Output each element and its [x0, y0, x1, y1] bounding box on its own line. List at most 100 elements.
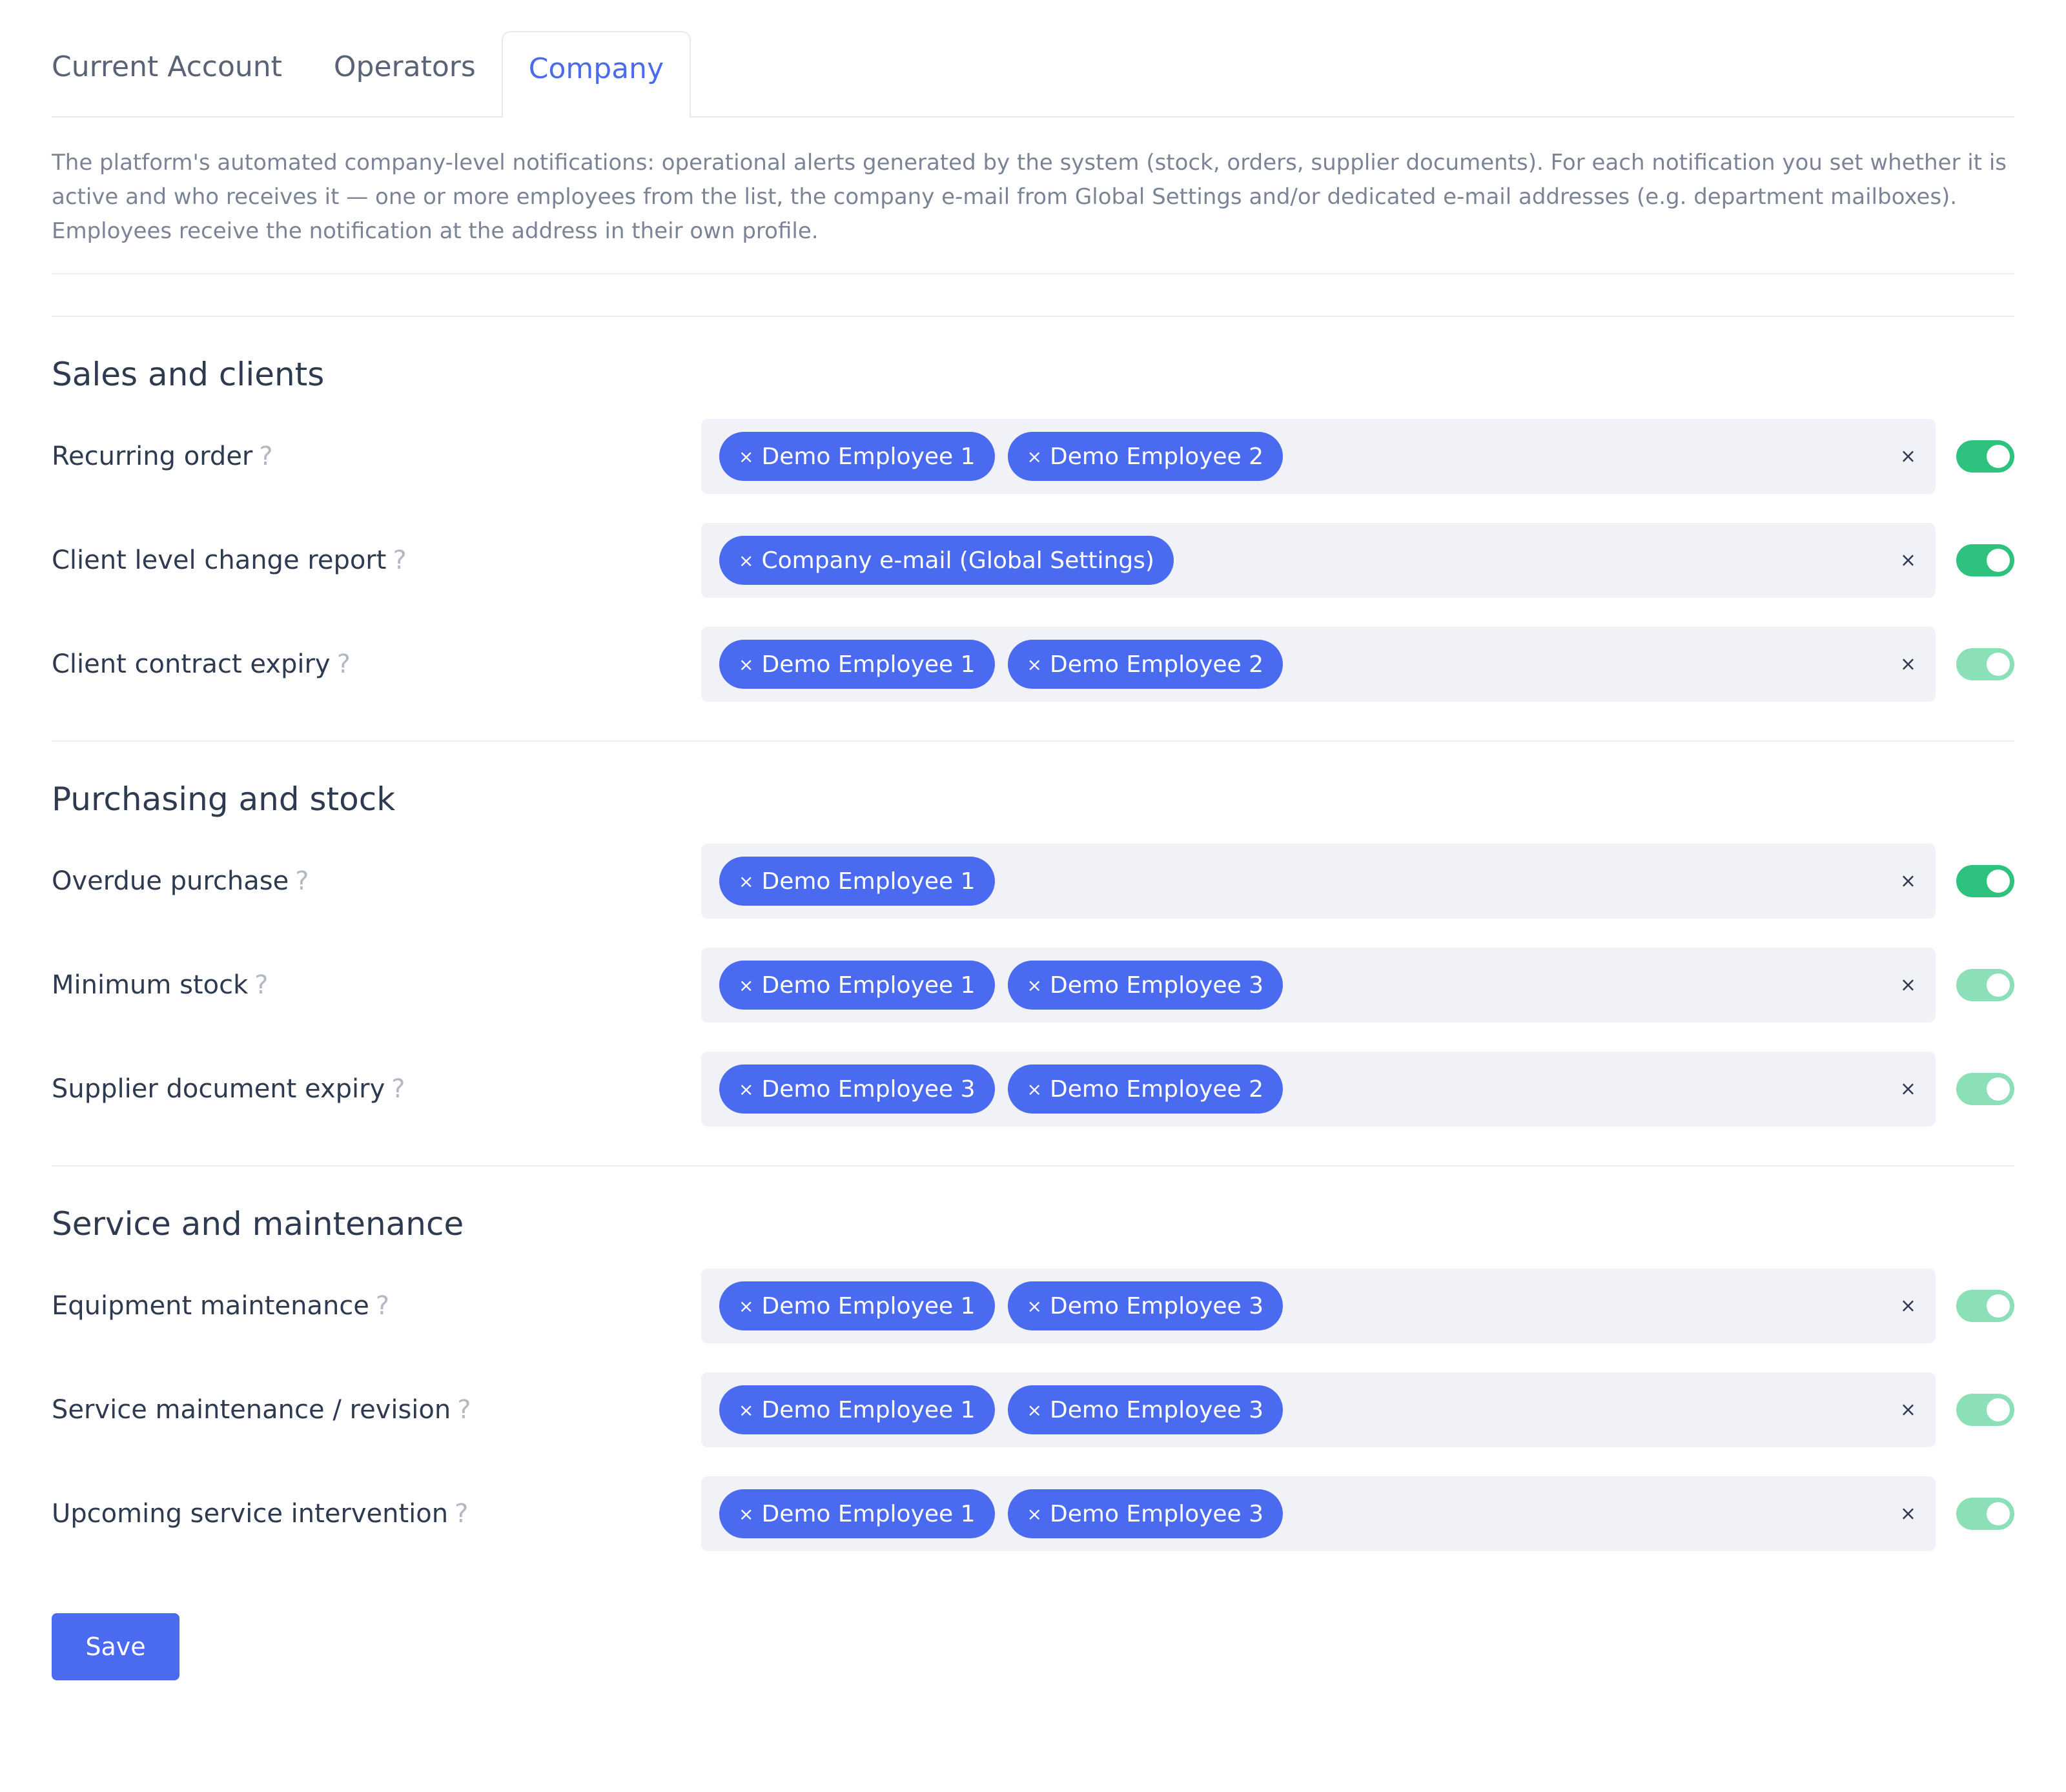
section-title: Service and maintenance: [52, 1205, 464, 1243]
remove-chip-icon[interactable]: ×: [739, 446, 753, 467]
help-icon[interactable]: ?: [295, 866, 309, 896]
help-icon[interactable]: ?: [391, 1074, 405, 1104]
recipients-select[interactable]: × Demo Employee 1 ×: [701, 844, 1936, 919]
remove-chip-icon[interactable]: ×: [739, 975, 753, 996]
recipients-select[interactable]: × Demo Employee 1 × Demo Employee 2 ×: [701, 419, 1936, 494]
enabled-toggle[interactable]: [1956, 1394, 2014, 1426]
recipient-chip-label: Demo Employee 2: [1050, 651, 1264, 678]
recipient-chip: × Demo Employee 1: [719, 857, 995, 906]
help-icon[interactable]: ?: [457, 1395, 471, 1425]
clear-all-icon[interactable]: ×: [1900, 549, 1916, 572]
clear-all-icon[interactable]: ×: [1900, 653, 1916, 676]
remove-chip-icon[interactable]: ×: [739, 871, 753, 892]
notification-row-client-level-change-report: Client level change report? × Company e-ma…: [52, 523, 2014, 598]
tab-bar: Current Account Operators Company: [52, 0, 2014, 117]
toggle-knob: [1987, 1294, 2010, 1318]
recipients-select[interactable]: × Demo Employee 3 × Demo Employee 2 ×: [701, 1052, 1936, 1126]
help-icon[interactable]: ?: [337, 649, 351, 679]
clear-all-icon[interactable]: ×: [1900, 1078, 1916, 1101]
remove-chip-icon[interactable]: ×: [1027, 1296, 1042, 1317]
remove-chip-icon[interactable]: ×: [1027, 1400, 1042, 1421]
remove-chip-icon[interactable]: ×: [739, 1296, 753, 1317]
notification-label-text: Supplier document expiry: [52, 1074, 385, 1104]
notification-row-service-maintenance-revision: Service maintenance / revision? × Demo Emp…: [52, 1372, 2014, 1447]
recipient-chip: × Demo Employee 1: [719, 1385, 995, 1434]
remove-chip-icon[interactable]: ×: [739, 1079, 753, 1100]
recipients-select[interactable]: × Demo Employee 1 × Demo Employee 3 ×: [701, 1372, 1936, 1447]
enabled-toggle[interactable]: [1956, 969, 2014, 1001]
toggle-wrapper: [1936, 865, 2014, 897]
clear-all-icon[interactable]: ×: [1900, 870, 1916, 893]
notification-sections: Sales and clients Recurring order? × Demo E…: [52, 316, 2014, 1551]
recipients-select[interactable]: × Demo Employee 1 × Demo Employee 2 ×: [701, 627, 1936, 702]
remove-chip-icon[interactable]: ×: [1027, 1079, 1042, 1100]
toggle-wrapper: [1936, 440, 2014, 473]
notification-label: Minimum stock?: [52, 970, 701, 1000]
enabled-toggle[interactable]: [1956, 544, 2014, 576]
enabled-toggle[interactable]: [1956, 1498, 2014, 1530]
clear-all-icon[interactable]: ×: [1900, 445, 1916, 468]
toggle-knob: [1987, 973, 2010, 997]
notification-row-overdue-purchase: Overdue purchase? × Demo Employee 1 ×: [52, 844, 2014, 919]
toggle-knob: [1987, 870, 2010, 893]
clear-all-icon[interactable]: ×: [1900, 1295, 1916, 1318]
recipient-chip-label: Demo Employee 1: [761, 972, 976, 999]
tab-operators[interactable]: Operators: [308, 31, 502, 102]
save-button[interactable]: Save: [52, 1613, 179, 1680]
tab-company[interactable]: Company: [501, 31, 691, 117]
recipients-select[interactable]: × Company e-mail (Global Settings) ×: [701, 523, 1936, 598]
notification-label-text: Client level change report: [52, 545, 387, 575]
recipient-chip: × Company e-mail (Global Settings): [719, 536, 1174, 585]
recipient-chip: × Demo Employee 2: [1007, 1064, 1284, 1114]
remove-chip-icon[interactable]: ×: [739, 550, 753, 571]
recipients-select[interactable]: × Demo Employee 1 × Demo Employee 3 ×: [701, 948, 1936, 1023]
notification-label-text: Minimum stock: [52, 970, 249, 1000]
enabled-toggle[interactable]: [1956, 865, 2014, 897]
help-icon[interactable]: ?: [455, 1499, 468, 1529]
notification-label-text: Recurring order: [52, 442, 253, 471]
recipient-chip: × Demo Employee 3: [719, 1064, 995, 1114]
notification-label: Overdue purchase?: [52, 866, 701, 896]
recipient-chip: × Demo Employee 2: [1007, 640, 1284, 689]
notification-label: Equipment maintenance?: [52, 1291, 701, 1321]
notification-label-text: Upcoming service intervention: [52, 1499, 449, 1529]
toggle-wrapper: [1936, 1290, 2014, 1322]
remove-chip-icon[interactable]: ×: [1027, 446, 1042, 467]
help-icon[interactable]: ?: [376, 1291, 389, 1321]
remove-chip-icon[interactable]: ×: [739, 1400, 753, 1421]
notification-row-client-contract-expiry: Client contract expiry? × Demo Employee 1 ×…: [52, 627, 2014, 702]
clear-all-icon[interactable]: ×: [1900, 1503, 1916, 1525]
section-title: Purchasing and stock: [52, 780, 396, 818]
clear-all-icon[interactable]: ×: [1900, 1399, 1916, 1421]
notification-label: Supplier document expiry?: [52, 1074, 701, 1104]
recipient-chip-label: Demo Employee 1: [761, 443, 976, 470]
remove-chip-icon[interactable]: ×: [739, 654, 753, 675]
toggle-knob: [1987, 1502, 2010, 1525]
recipients-select[interactable]: × Demo Employee 1 × Demo Employee 3 ×: [701, 1268, 1936, 1343]
remove-chip-icon[interactable]: ×: [739, 1503, 753, 1525]
tab-current-account[interactable]: Current Account: [52, 31, 308, 102]
enabled-toggle[interactable]: [1956, 648, 2014, 680]
toggle-knob: [1987, 1077, 2010, 1101]
recipient-chip-label: Demo Employee 1: [761, 1396, 976, 1423]
recipients-select[interactable]: × Demo Employee 1 × Demo Employee 3 ×: [701, 1476, 1936, 1551]
remove-chip-icon[interactable]: ×: [1027, 654, 1042, 675]
toggle-knob: [1987, 1398, 2010, 1421]
remove-chip-icon[interactable]: ×: [1027, 975, 1042, 996]
enabled-toggle[interactable]: [1956, 440, 2014, 473]
recipient-chip-label: Demo Employee 1: [761, 651, 976, 678]
recipient-chip: × Demo Employee 3: [1007, 1281, 1284, 1330]
remove-chip-icon[interactable]: ×: [1027, 1503, 1042, 1525]
clear-all-icon[interactable]: ×: [1900, 974, 1916, 997]
enabled-toggle[interactable]: [1956, 1073, 2014, 1105]
recipient-chip: × Demo Employee 1: [719, 1489, 995, 1538]
toggle-wrapper: [1936, 544, 2014, 576]
help-icon[interactable]: ?: [254, 970, 268, 1000]
enabled-toggle[interactable]: [1956, 1290, 2014, 1322]
notification-label: Recurring order?: [52, 442, 701, 471]
recipient-chip: × Demo Employee 1: [719, 961, 995, 1010]
recipient-chip-label: Demo Employee 1: [761, 868, 976, 895]
help-icon[interactable]: ?: [393, 545, 406, 575]
help-icon[interactable]: ?: [259, 442, 272, 471]
toggle-wrapper: [1936, 969, 2014, 1001]
